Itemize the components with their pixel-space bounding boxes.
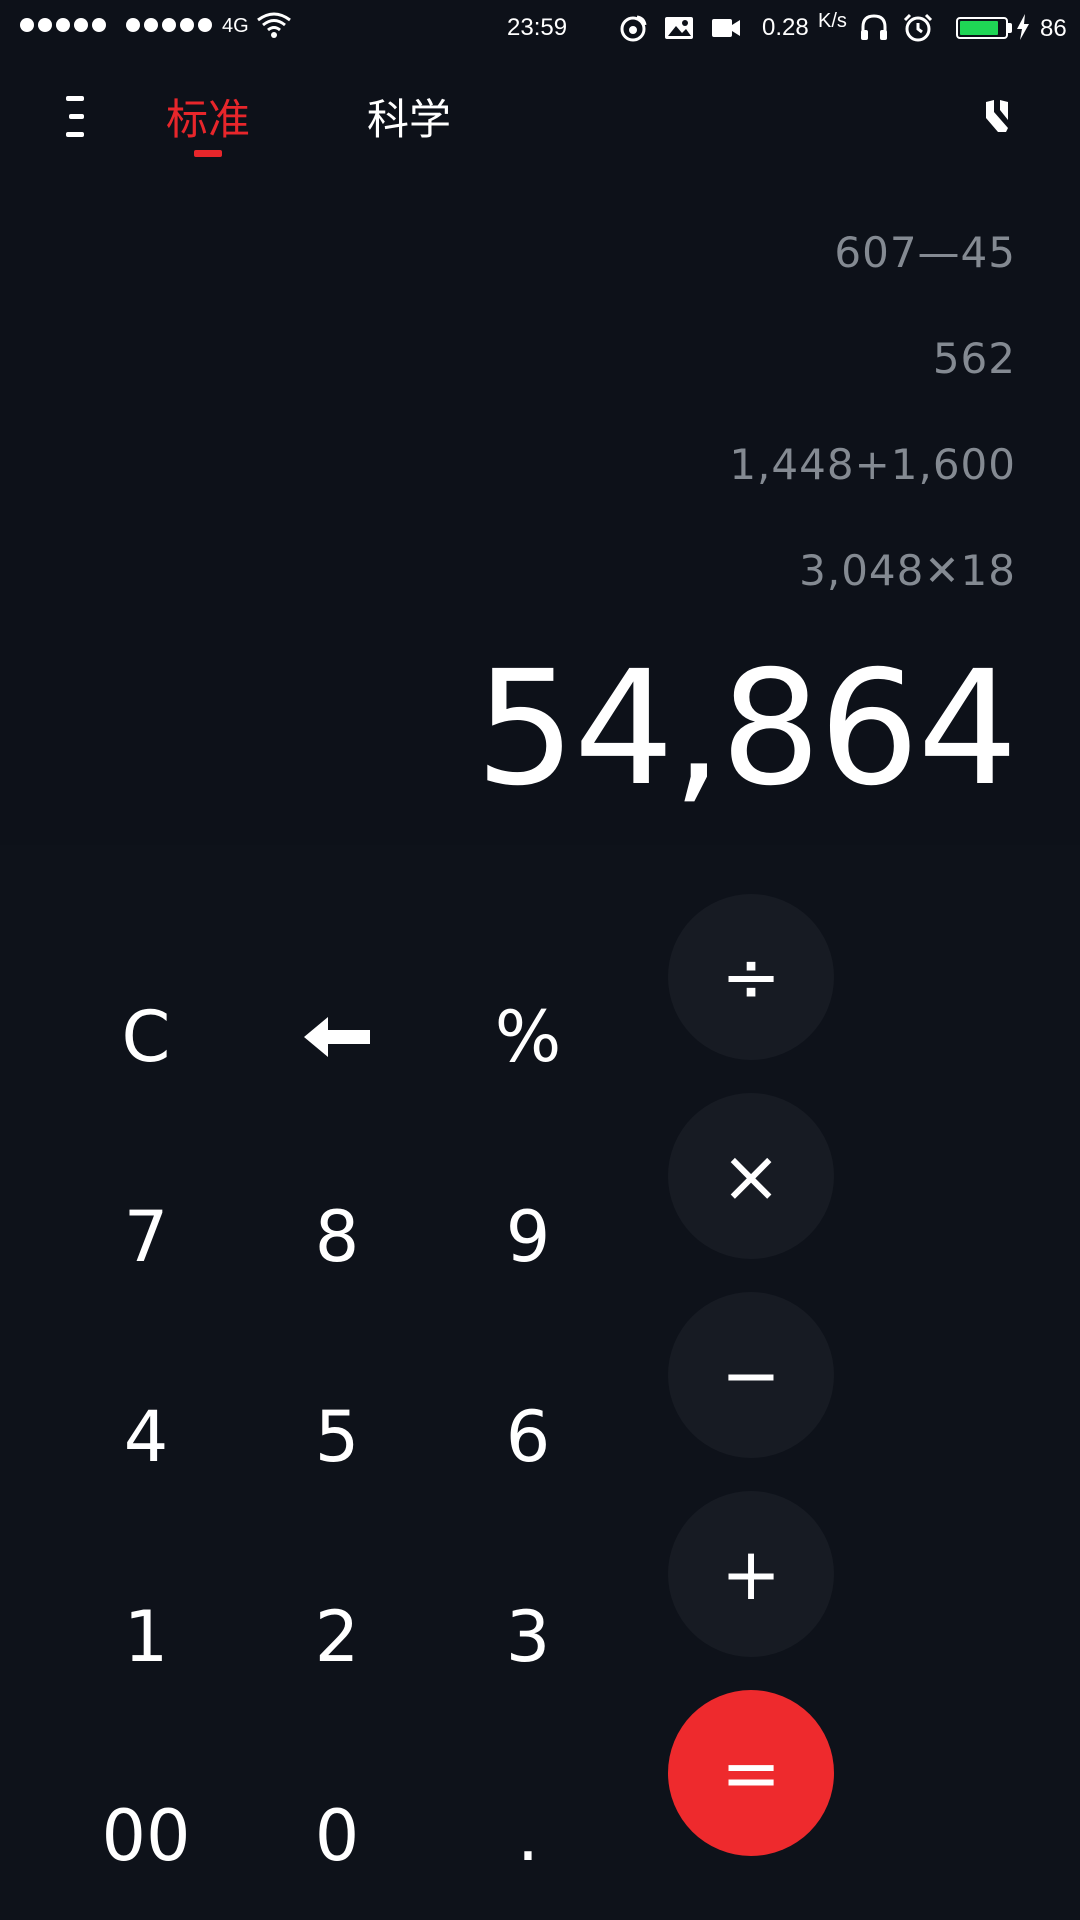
network-speed-unit: K/s <box>818 10 847 32</box>
digit-4-button[interactable]: 4 <box>86 1377 206 1497</box>
digit-8-button[interactable]: 8 <box>277 1177 397 1297</box>
backspace-button[interactable] <box>277 977 397 1097</box>
clock: 23:59 <box>507 14 568 41</box>
minus-button[interactable]: − <box>668 1292 834 1458</box>
battery-level: 86 <box>1040 15 1067 42</box>
menu-icon[interactable] <box>66 96 86 138</box>
equals-button[interactable]: = <box>668 1690 834 1856</box>
weibo-icon <box>620 15 647 42</box>
active-tab-indicator <box>194 150 222 157</box>
history-line: 562 <box>932 334 1016 383</box>
history-line: 607—45 <box>834 228 1016 277</box>
video-camera-icon <box>712 19 740 37</box>
divide-button[interactable]: ÷ <box>668 894 834 1060</box>
tab-standard[interactable]: 标准 <box>166 86 250 147</box>
digit-9-button[interactable]: 9 <box>468 1177 588 1297</box>
tab-science[interactable]: 科学 <box>367 86 451 147</box>
signal-strength-sim2-icon <box>126 18 212 32</box>
digit-5-button[interactable]: 5 <box>277 1377 397 1497</box>
network-speed: 0.28 <box>762 14 809 41</box>
clear-button[interactable]: C <box>86 977 206 1097</box>
headphone-icon <box>861 14 887 40</box>
network-type: 4G <box>222 15 249 37</box>
plus-button[interactable]: + <box>668 1491 834 1657</box>
charging-icon <box>1017 14 1029 40</box>
status-bar: 4G 23:59 0.28 K/s 86 <box>0 0 1080 56</box>
digit-3-button[interactable]: 3 <box>468 1577 588 1697</box>
result-display: 54,864 <box>475 637 1018 821</box>
calculator-mode-icon[interactable] <box>982 98 1012 134</box>
keypad: C % 7 8 9 4 5 6 1 2 3 00 0 . ÷ × − + = <box>0 845 1080 1920</box>
signal-strength-sim1-icon <box>20 18 106 32</box>
percent-button[interactable]: % <box>468 977 588 1097</box>
alarm-icon <box>903 13 933 42</box>
wifi-icon <box>257 12 291 38</box>
digit-0-button[interactable]: 0 <box>277 1776 397 1896</box>
gallery-icon <box>665 17 693 39</box>
decimal-point-button[interactable]: . <box>468 1776 588 1896</box>
double-zero-button[interactable]: 00 <box>86 1776 206 1896</box>
multiply-button[interactable]: × <box>668 1093 834 1259</box>
battery-fill <box>960 21 998 35</box>
history-line: 1,448+1,600 <box>729 440 1016 489</box>
back-arrow-icon <box>304 1017 370 1057</box>
digit-2-button[interactable]: 2 <box>277 1577 397 1697</box>
history-line: 3,048✕18 <box>799 546 1016 595</box>
battery-icon <box>956 17 1008 39</box>
digit-7-button[interactable]: 7 <box>86 1177 206 1297</box>
battery-tip <box>1008 23 1012 33</box>
digit-6-button[interactable]: 6 <box>468 1377 588 1497</box>
digit-1-button[interactable]: 1 <box>86 1577 206 1697</box>
